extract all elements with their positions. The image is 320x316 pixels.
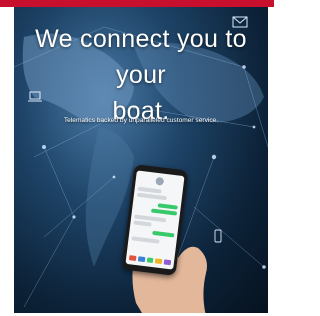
hero-banner: We connect you to your boat. Telematics … [14, 7, 268, 313]
chat-avatar [155, 176, 165, 186]
chat-message [131, 236, 160, 244]
chat-message [133, 220, 152, 227]
page: We connect you to your boat. Telematics … [0, 0, 274, 316]
hero-headline-line1: We connect you to your [35, 25, 247, 89]
app-dock [128, 255, 172, 266]
chat-message [152, 230, 175, 238]
chat-message [150, 208, 178, 216]
top-accent-bar [0, 0, 274, 7]
phone-screen [125, 170, 185, 270]
chat-message [136, 192, 167, 201]
hero-subheadline: Telematics backed by unparalleled custom… [63, 117, 219, 124]
hero-headline: We connect you to your boat. [14, 21, 268, 129]
